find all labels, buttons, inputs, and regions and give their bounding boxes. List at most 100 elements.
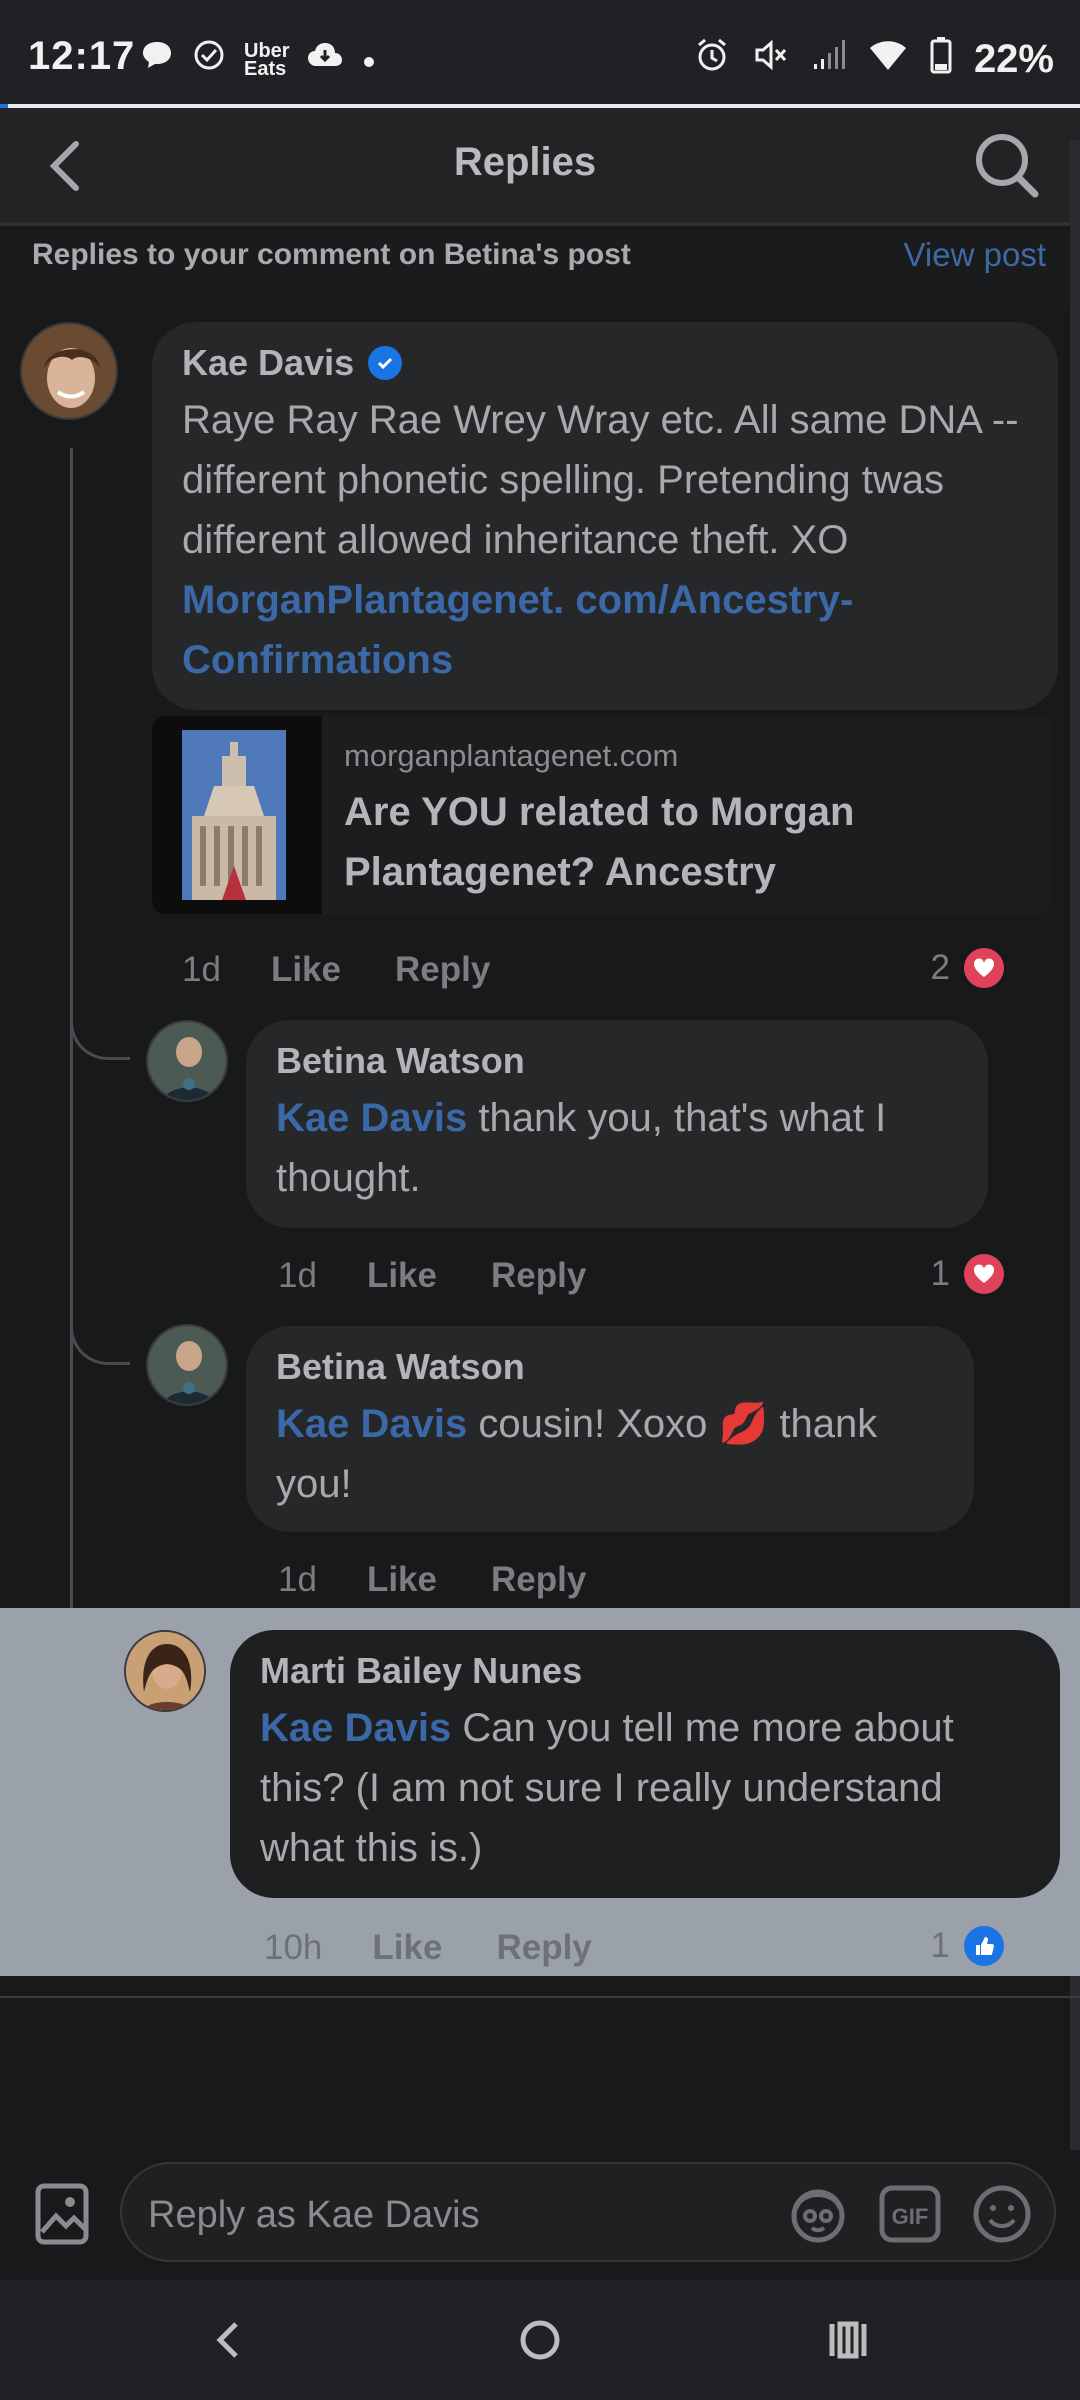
betina-watson-avatar-image: [148, 1022, 226, 1100]
signal-icon: [810, 37, 846, 82]
avatar[interactable]: [124, 1630, 206, 1712]
like-button[interactable]: Like: [367, 1256, 437, 1296]
comment-author: Marti Bailey Nunes: [260, 1650, 1030, 1692]
gif-button[interactable]: GIF: [878, 2182, 942, 2246]
replies-context-text: Replies to your comment on Betina's post: [32, 238, 631, 271]
comment-text: Kae Davis thank you, that's what I thoug…: [276, 1088, 958, 1208]
comment-time: 1d: [278, 1560, 317, 1599]
comment-body: cousin! Xoxo: [467, 1402, 719, 1446]
comment-link-part[interactable]: MorganPlantagenet.: [182, 578, 564, 622]
comment-bubble[interactable]: Betina Watson Kae Davis cousin! Xoxo 💋 t…: [246, 1326, 974, 1532]
reaction-count: 1: [930, 1254, 950, 1293]
status-bar: 12:17 Uber Eats 22%: [0, 0, 1080, 104]
comment-time: 1d: [182, 950, 221, 989]
notification-icons: Uber Eats: [140, 38, 376, 81]
uber-eats-icon: Uber Eats: [244, 39, 290, 80]
replies-context-bar: Replies to your comment on Betina's post…: [0, 230, 1080, 310]
reply-composer: Reply as Kae Davis GIF: [0, 2150, 1080, 2280]
author-name[interactable]: Kae Davis: [182, 342, 354, 384]
battery-icon: [930, 36, 952, 83]
comment-time: 1d: [278, 1256, 317, 1295]
comment-actions: 1d Like Reply: [182, 950, 544, 990]
comment-time: 10h: [264, 1928, 323, 1967]
verified-badge-icon: [368, 346, 403, 380]
reply-input[interactable]: Reply as Kae Davis GIF: [120, 2162, 1056, 2262]
comment-author: Betina Watson: [276, 1040, 958, 1082]
heart-icon: [964, 1254, 1004, 1294]
battery-percent: 22%: [973, 37, 1054, 81]
avatar[interactable]: [20, 322, 118, 420]
reaction-summary[interactable]: 2: [931, 948, 1004, 988]
gif-label: GIF: [892, 2204, 929, 2229]
nav-recents-button[interactable]: [818, 2310, 878, 2370]
author-name[interactable]: Betina Watson: [276, 1040, 525, 1082]
status-time: 12:17: [28, 34, 136, 78]
view-post-link[interactable]: View post: [904, 236, 1046, 274]
divider: [0, 1996, 1080, 1998]
mute-icon: [752, 37, 788, 82]
mention-link[interactable]: Kae Davis: [276, 1402, 467, 1446]
comment-bubble[interactable]: Betina Watson Kae Davis thank you, that'…: [246, 1020, 988, 1228]
nav-back-icon: [216, 2322, 238, 2358]
nav-home-icon: [520, 2320, 560, 2360]
marti-bailey-nunes-avatar-image: [126, 1632, 204, 1710]
comment-link[interactable]: MorganPlantagenet. com/Ancestry-Confirma…: [182, 578, 853, 682]
betina-watson-avatar-image: [148, 1326, 226, 1404]
comment-text: Raye Ray Rae Wrey Wray etc. All same DNA…: [182, 390, 1028, 690]
author-name[interactable]: Betina Watson: [276, 1346, 525, 1388]
highlighted-reply: Marti Bailey Nunes Kae Davis Can you tel…: [0, 1608, 1080, 1976]
comment-bubble[interactable]: Marti Bailey Nunes Kae Davis Can you tel…: [230, 1630, 1060, 1898]
reaction-count: 2: [930, 948, 950, 987]
heart-icon: [964, 948, 1004, 988]
check-circle-icon: [192, 38, 226, 81]
photo-button[interactable]: [34, 2180, 90, 2246]
system-nav-bar: [0, 2280, 1080, 2400]
avatar[interactable]: [146, 1020, 228, 1102]
nav-home-button[interactable]: [510, 2310, 570, 2370]
like-thumb-icon: [964, 1926, 1004, 1966]
comment-text: Kae Davis Can you tell me more about thi…: [260, 1698, 1030, 1878]
nav-back-button[interactable]: [200, 2310, 260, 2370]
comment-actions: 1d Like Reply: [278, 1560, 640, 1600]
cloud-icon: [306, 40, 344, 79]
link-preview-title: Are YOU related to Morgan Plantagenet? A…: [344, 790, 855, 894]
link-preview-card[interactable]: morganplantagenet.com Are YOU related to…: [152, 716, 1052, 914]
reaction-summary[interactable]: 1: [931, 1926, 1004, 1966]
reply-button[interactable]: Reply: [395, 950, 490, 990]
page-title: Replies: [453, 140, 597, 184]
avatar-sticker-icon: [791, 2189, 845, 2243]
wifi-icon: [868, 37, 908, 82]
like-button[interactable]: Like: [367, 1560, 437, 1600]
thread-branch: [70, 1305, 130, 1365]
comment-text: Kae Davis cousin! Xoxo 💋 thank you!: [276, 1394, 944, 1514]
alarm-icon: [694, 37, 730, 82]
smiley-icon: [973, 2185, 1031, 2243]
avatar[interactable]: [146, 1324, 228, 1406]
search-button[interactable]: [972, 128, 1042, 202]
like-button[interactable]: Like: [271, 950, 341, 990]
kiss-emoji: 💋: [718, 1402, 769, 1446]
reaction-summary[interactable]: 1: [931, 1254, 1004, 1294]
reply-button[interactable]: Reply: [491, 1560, 586, 1600]
dot-icon: [362, 42, 376, 78]
comment-author: Betina Watson: [276, 1346, 944, 1388]
avatar-sticker-button[interactable]: [786, 2182, 850, 2246]
system-icons: 22%: [694, 36, 1054, 83]
reply-button[interactable]: Reply: [496, 1928, 591, 1968]
comment-bubble[interactable]: Kae Davis Raye Ray Rae Wrey Wray etc. Al…: [152, 322, 1058, 710]
comment-actions: 1d Like Reply: [278, 1256, 640, 1296]
like-button[interactable]: Like: [372, 1928, 442, 1968]
reply-button[interactable]: Reply: [491, 1256, 586, 1296]
link-preview-image: [152, 716, 322, 914]
comment-author: Kae Davis: [182, 342, 1028, 384]
author-name[interactable]: Marti Bailey Nunes: [260, 1650, 582, 1692]
emoji-button[interactable]: [970, 2182, 1034, 2246]
mention-link[interactable]: Kae Davis: [260, 1706, 451, 1750]
mention-link[interactable]: Kae Davis: [276, 1096, 467, 1140]
reaction-count: 1: [930, 1926, 950, 1965]
link-preview-domain: morganplantagenet.com: [344, 738, 679, 773]
composer-icons: GIF: [786, 2182, 1034, 2246]
comment-actions: 10h Like Reply: [264, 1928, 646, 1968]
comment-body: Raye Ray Rae Wrey Wray etc. All same DNA…: [182, 398, 1019, 562]
kae-davis-avatar-image: [22, 324, 116, 418]
